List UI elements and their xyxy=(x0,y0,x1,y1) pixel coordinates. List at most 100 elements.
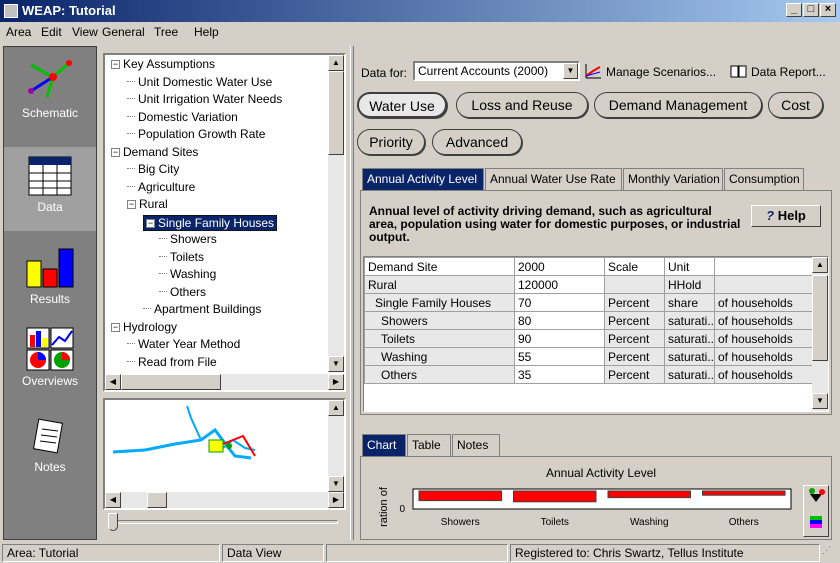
tree-node[interactable]: Unit Domestic Water Use xyxy=(127,75,272,89)
resize-grip-icon[interactable]: ⋰ xyxy=(822,545,838,561)
table-cell[interactable] xyxy=(714,275,813,294)
table-cell[interactable]: Single Family Houses xyxy=(364,293,515,312)
table-row[interactable]: Others 35 Percent saturati... of households xyxy=(364,365,813,384)
table-cell[interactable]: saturati... xyxy=(664,311,715,330)
table-cell[interactable]: 90 xyxy=(514,329,605,348)
zoom-slider-thumb[interactable] xyxy=(108,513,118,531)
menu-area[interactable]: Area xyxy=(6,25,31,39)
priority-button[interactable]: Priority xyxy=(357,129,425,155)
table-cell[interactable]: Percent xyxy=(604,329,665,348)
tab-consumption[interactable]: Consumption xyxy=(724,168,804,190)
help-button[interactable]: ? Help xyxy=(751,205,821,227)
table-cell[interactable]: Toilets xyxy=(364,329,515,348)
table-cell[interactable]: of households xyxy=(714,329,813,348)
scroll-thumb[interactable] xyxy=(121,374,221,390)
scroll-right-arrow[interactable]: ▶ xyxy=(328,374,344,390)
tree-node[interactable]: − Demand Sites xyxy=(111,145,198,159)
table-cell[interactable]: Percent xyxy=(604,347,665,366)
collapse-toggle-icon[interactable]: − xyxy=(111,60,120,69)
nav-data[interactable]: Data xyxy=(4,147,96,231)
table-cell[interactable]: of households xyxy=(714,311,813,330)
thumbnail-vertical-scrollbar[interactable]: ▲ ▼ xyxy=(328,400,344,492)
table-cell[interactable]: Rural xyxy=(364,275,515,294)
grid-vertical-scrollbar[interactable]: ▲ ▼ xyxy=(812,257,828,411)
scroll-thumb[interactable] xyxy=(328,71,344,155)
schematic-thumbnail[interactable]: ▲ ▼ ◀ ▶ xyxy=(103,398,346,510)
tree-node[interactable]: Apartment Buildings xyxy=(143,302,261,316)
tab-chart[interactable]: Chart xyxy=(362,434,406,456)
tab-annual-water-use-rate[interactable]: Annual Water Use Rate xyxy=(485,168,622,190)
table-cell[interactable]: Showers xyxy=(364,311,515,330)
table-row[interactable]: Single Family Houses 70 Percent share of hou… xyxy=(364,293,813,312)
tree-node[interactable]: Others xyxy=(159,285,206,299)
minimize-button[interactable]: _ xyxy=(786,3,802,17)
thumbnail-horizontal-scrollbar[interactable]: ◀ ▶ xyxy=(105,492,344,508)
menu-tree[interactable]: Tree xyxy=(154,25,178,39)
tree-node[interactable]: − Rural xyxy=(127,197,168,211)
table-row[interactable]: Washing 55 Percent saturati... of households xyxy=(364,347,813,366)
table-cell[interactable]: saturati... xyxy=(664,347,715,366)
nav-overviews[interactable]: Overviews xyxy=(4,327,96,397)
scroll-down-arrow[interactable]: ▼ xyxy=(328,356,344,372)
table-cell[interactable]: Washing xyxy=(364,347,515,366)
table-cell[interactable]: of households xyxy=(714,365,813,384)
table-cell[interactable]: Percent xyxy=(604,365,665,384)
table-cell[interactable]: of households xyxy=(714,293,813,312)
tree-vertical-scrollbar[interactable]: ▲ ▼ xyxy=(328,55,344,372)
table-cell[interactable]: 120000 xyxy=(514,275,605,294)
table-cell[interactable]: Others xyxy=(364,365,515,384)
manage-scenarios-button[interactable]: Manage Scenarios... xyxy=(584,62,716,82)
loss-and-reuse-button[interactable]: Loss and Reuse xyxy=(456,92,588,118)
demand-management-button[interactable]: Demand Management xyxy=(594,92,762,118)
cost-button[interactable]: Cost xyxy=(768,92,823,118)
table-cell[interactable]: Percent xyxy=(604,311,665,330)
scroll-down-arrow[interactable]: ▼ xyxy=(812,393,828,409)
table-cell[interactable]: of households xyxy=(714,347,813,366)
zoom-slider-track[interactable] xyxy=(112,520,338,524)
nav-results[interactable]: Results xyxy=(4,241,96,325)
scroll-up-arrow[interactable]: ▲ xyxy=(812,257,828,273)
tree-node[interactable]: Population Growth Rate xyxy=(127,127,265,141)
scroll-left-arrow[interactable]: ◀ xyxy=(105,374,121,390)
advanced-button[interactable]: Advanced xyxy=(432,129,522,155)
scroll-thumb[interactable] xyxy=(147,492,167,508)
table-cell[interactable]: saturati... xyxy=(664,365,715,384)
nav-schematic[interactable]: Schematic xyxy=(4,51,96,135)
scroll-up-arrow[interactable]: ▲ xyxy=(328,55,344,71)
tree-node[interactable]: Read from File xyxy=(127,355,217,369)
table-row[interactable]: Showers 80 Percent saturati... of households xyxy=(364,311,813,330)
table-row[interactable]: Toilets 90 Percent saturati... of households xyxy=(364,329,813,348)
scroll-up-arrow[interactable]: ▲ xyxy=(328,400,344,416)
table-row[interactable]: Rural 120000 HHold xyxy=(364,275,813,294)
menu-general[interactable]: General xyxy=(102,25,145,39)
table-cell[interactable]: 35 xyxy=(514,365,605,384)
scroll-left-arrow[interactable]: ◀ xyxy=(105,492,121,508)
nav-notes[interactable]: Notes xyxy=(4,415,96,485)
close-button[interactable]: × xyxy=(820,3,836,17)
scroll-down-arrow[interactable]: ▼ xyxy=(328,476,344,492)
collapse-toggle-icon[interactable]: − xyxy=(111,147,120,157)
tree-node[interactable]: Domestic Variation xyxy=(127,110,238,124)
tab-annual-activity-level[interactable]: Annual Activity Level xyxy=(362,168,484,190)
scenario-select[interactable]: Current Accounts (2000) ▼ xyxy=(413,61,580,81)
tree-node[interactable]: Toilets xyxy=(159,250,204,264)
panel-splitter[interactable] xyxy=(350,46,354,540)
chart-type-button[interactable] xyxy=(803,485,829,537)
tree-node[interactable]: Showers xyxy=(159,232,217,246)
tree-node[interactable]: Big City xyxy=(127,162,179,176)
scroll-right-arrow[interactable]: ▶ xyxy=(328,492,344,508)
tree-node[interactable]: − Key Assumptions xyxy=(111,57,215,71)
water-use-button[interactable]: Water Use xyxy=(357,92,447,118)
menu-help[interactable]: Help xyxy=(194,25,219,39)
title-bar[interactable]: WEAP: Tutorial _ □ × xyxy=(0,0,840,22)
tab-notes[interactable]: Notes xyxy=(452,434,500,456)
tree-horizontal-scrollbar[interactable]: ◀ ▶ xyxy=(105,374,344,390)
table-cell[interactable]: 70 xyxy=(514,293,605,312)
tab-table[interactable]: Table xyxy=(407,434,451,456)
table-cell[interactable]: 55 xyxy=(514,347,605,366)
tree-node[interactable]: Agriculture xyxy=(127,180,195,194)
menu-edit[interactable]: Edit xyxy=(41,25,62,39)
tree-node[interactable]: Unit Irrigation Water Needs xyxy=(127,92,282,106)
tree-node[interactable]: Water Year Method xyxy=(127,337,240,351)
maximize-button[interactable]: □ xyxy=(803,3,819,17)
